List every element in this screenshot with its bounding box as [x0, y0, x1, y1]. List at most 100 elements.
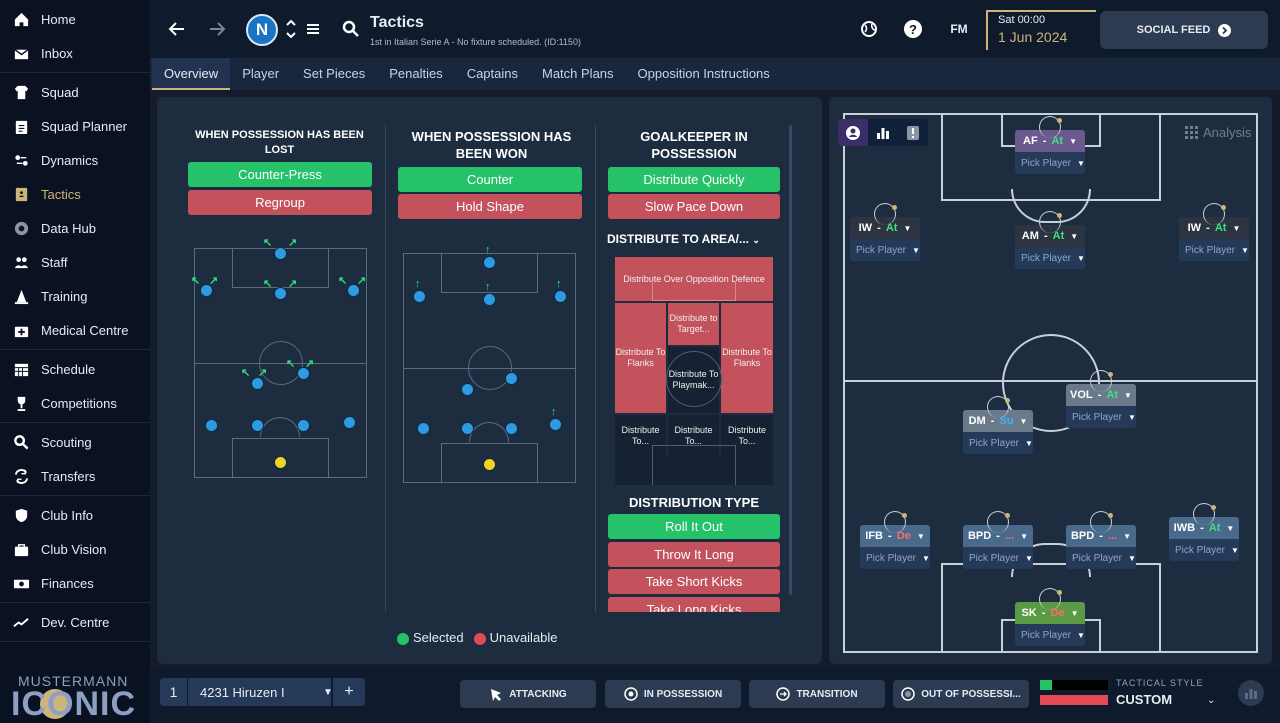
pick-player-dropdown[interactable]: Pick Player ▼ [963, 547, 1033, 569]
nav-group: Club Info Club Vision Finances [0, 496, 150, 603]
pick-player-dropdown[interactable]: Pick Player ▼ [1066, 406, 1136, 428]
phase-out-of-possession-button[interactable]: OUT OF POSSESSI... [893, 680, 1029, 708]
player-card-af[interactable]: AF - At ▼ Pick Player ▼ [1015, 116, 1085, 174]
player-card-bpd1[interactable]: BPD - ... ▼ Pick Player ▼ [963, 511, 1033, 569]
sidebar-item-transfers[interactable]: Transfers [0, 459, 150, 493]
tactic-slot-number[interactable]: 1 [160, 678, 188, 706]
zone-flanks-left[interactable]: Distribute To Flanks [615, 303, 666, 413]
social-feed-button[interactable]: SOCIAL FEED [1100, 11, 1268, 49]
tactic-name[interactable]: 4231 Hiruzen I [188, 685, 323, 700]
sidebar-item-dev-centre[interactable]: Dev. Centre [0, 605, 150, 639]
zone-target[interactable]: Distribute to Target... [668, 303, 719, 345]
caret-down-icon: ▼ [1241, 245, 1249, 255]
player-card-iwl[interactable]: IW - At ▼ Pick Player ▼ [850, 203, 920, 261]
sidebar-item-squad-planner[interactable]: Squad Planner [0, 109, 150, 143]
sidebar-item-staff[interactable]: Staff [0, 245, 150, 279]
tab-player[interactable]: Player [230, 58, 291, 90]
fm-logo[interactable]: FM [946, 18, 972, 40]
forward-arrow-icon[interactable] [206, 18, 228, 40]
sidebar-item-home[interactable]: Home [0, 2, 150, 36]
player-card-bpd2[interactable]: BPD - ... ▼ Pick Player ▼ [1066, 511, 1136, 569]
sidebar-item-medical-centre[interactable]: Medical Centre [0, 313, 150, 347]
player-card-sk[interactable]: SK - De ▼ Pick Player ▼ [1015, 588, 1085, 646]
distribution-type-take-long-kicks[interactable]: Take Long Kicks [608, 596, 780, 612]
pick-player-dropdown[interactable]: Pick Player ▼ [1179, 239, 1249, 261]
sidebar-item-club-info[interactable]: Club Info [0, 498, 150, 532]
add-tactic-button[interactable]: + [331, 678, 365, 706]
player-card-am[interactable]: AM - At ▼ Pick Player ▼ [1015, 211, 1085, 269]
sidebar-item-finances[interactable]: Finances [0, 566, 150, 600]
tab-overview[interactable]: Overview [152, 58, 231, 90]
caret-down-icon: ▼ [903, 223, 912, 233]
player-view-icon[interactable] [838, 119, 868, 146]
player-card-vol[interactable]: VOL - At ▼ Pick Player ▼ [1066, 370, 1136, 428]
pick-player-dropdown[interactable]: Pick Player ▼ [1066, 547, 1136, 569]
pick-player-dropdown[interactable]: Pick Player ▼ [1169, 539, 1239, 561]
overview-panel: WHEN POSSESSION HAS BEEN LOST Counter-Pr… [157, 97, 822, 664]
sidebar-item-schedule[interactable]: Schedule [0, 352, 150, 386]
sidebar-item-tactics[interactable]: Tactics [0, 177, 150, 211]
sidebar-item-club-vision[interactable]: Club Vision [0, 532, 150, 566]
sidebar-item-inbox[interactable]: Inbox [0, 36, 150, 70]
distribution-type-throw-it-long[interactable]: Throw It Long [608, 541, 780, 567]
phase-attacking-button[interactable]: ATTACKING [460, 680, 596, 708]
pick-player-dropdown[interactable]: Pick Player ▼ [1015, 247, 1085, 269]
player-card-iwb[interactable]: IWB - At ▼ Pick Player ▼ [1169, 503, 1239, 561]
pick-player-dropdown[interactable]: Pick Player ▼ [963, 432, 1033, 454]
formation-pitch [843, 113, 1258, 653]
sidebar-item-squad[interactable]: Squad [0, 75, 150, 109]
sidebar-item-label: Tactics [41, 186, 81, 202]
distribute-quickly-button[interactable]: Distribute Quickly [608, 167, 780, 192]
slow-pace-down-button[interactable]: Slow Pace Down [608, 194, 780, 219]
tab-captains[interactable]: Captains [455, 58, 530, 90]
distribute-area-title[interactable]: DISTRIBUTE TO AREA/... ⌄ [607, 232, 760, 246]
menu-icon[interactable] [302, 18, 324, 40]
tab-opposition-instructions[interactable]: Opposition Instructions [626, 58, 782, 90]
tab-match-plans[interactable]: Match Plans [530, 58, 626, 90]
player-card-ifb[interactable]: IFB - De ▼ Pick Player ▼ [860, 511, 930, 569]
inbox-icon [12, 44, 30, 62]
sidebar-item-dynamics[interactable]: Dynamics [0, 143, 150, 177]
sidebar-item-data-hub[interactable]: Data Hub [0, 211, 150, 245]
sidebar-item-scouting[interactable]: Scouting [0, 425, 150, 459]
player-card-iwr[interactable]: IW - At ▼ Pick Player ▼ [1179, 203, 1249, 261]
player-card-dm[interactable]: DM - Su ▼ Pick Player ▼ [963, 396, 1033, 454]
report-icon[interactable] [1238, 680, 1264, 706]
tab-set-pieces[interactable]: Set Pieces [291, 58, 377, 90]
alert-view-icon[interactable] [898, 119, 928, 146]
zone-flanks-right[interactable]: Distribute To Flanks [721, 303, 773, 413]
search-icon[interactable] [340, 18, 362, 40]
analysis-button[interactable]: Analysis [1185, 125, 1251, 140]
back-arrow-icon[interactable] [166, 18, 188, 40]
distribution-type-roll-it-out[interactable]: Roll It Out [608, 514, 780, 539]
distribution-zones: Distribute Over Opposition Defence Distr… [615, 257, 775, 485]
ball-icon [624, 687, 638, 701]
pick-player-dropdown[interactable]: Pick Player ▼ [1015, 624, 1085, 646]
distribution-type-take-short-kicks[interactable]: Take Short Kicks [608, 569, 780, 594]
regroup-button[interactable]: Regroup [188, 190, 372, 215]
club-crest[interactable]: N [246, 14, 278, 46]
caret-down-icon: ▼ [1128, 412, 1136, 422]
tactic-selector[interactable]: 1 4231 Hiruzen I ▼ + [160, 678, 365, 706]
sidebar-item-training[interactable]: Training [0, 279, 150, 313]
pick-player-dropdown[interactable]: Pick Player ▼ [850, 239, 920, 261]
pick-player-dropdown[interactable]: Pick Player ▼ [860, 547, 930, 569]
scrollbar[interactable] [789, 125, 792, 595]
pick-player-dropdown[interactable]: Pick Player ▼ [1015, 152, 1085, 174]
trophy-icon [12, 394, 30, 412]
counter-press-button[interactable]: Counter-Press [188, 162, 372, 187]
phase-in-possession-button[interactable]: IN POSSESSION [605, 680, 741, 708]
phase-transition-button[interactable]: TRANSITION [749, 680, 885, 708]
globe-icon[interactable] [858, 18, 880, 40]
sidebar-item-competitions[interactable]: Competitions [0, 386, 150, 420]
help-icon[interactable]: ? [902, 18, 924, 40]
stats-view-icon[interactable] [868, 119, 898, 146]
tactical-style[interactable]: TACTICAL STYLE CUSTOM ⌄ [1037, 678, 1237, 713]
hold-shape-button[interactable]: Hold Shape [398, 194, 582, 219]
counter-button[interactable]: Counter [398, 167, 582, 192]
date-display[interactable]: Sat 00:00 1 Jun 2024 [986, 10, 1096, 50]
tab-penalties[interactable]: Penalties [377, 58, 454, 90]
player-position-marker [1193, 503, 1216, 525]
chevron-down-icon: ⌄ [1207, 695, 1216, 706]
club-switch-chevrons-icon[interactable] [280, 16, 302, 42]
